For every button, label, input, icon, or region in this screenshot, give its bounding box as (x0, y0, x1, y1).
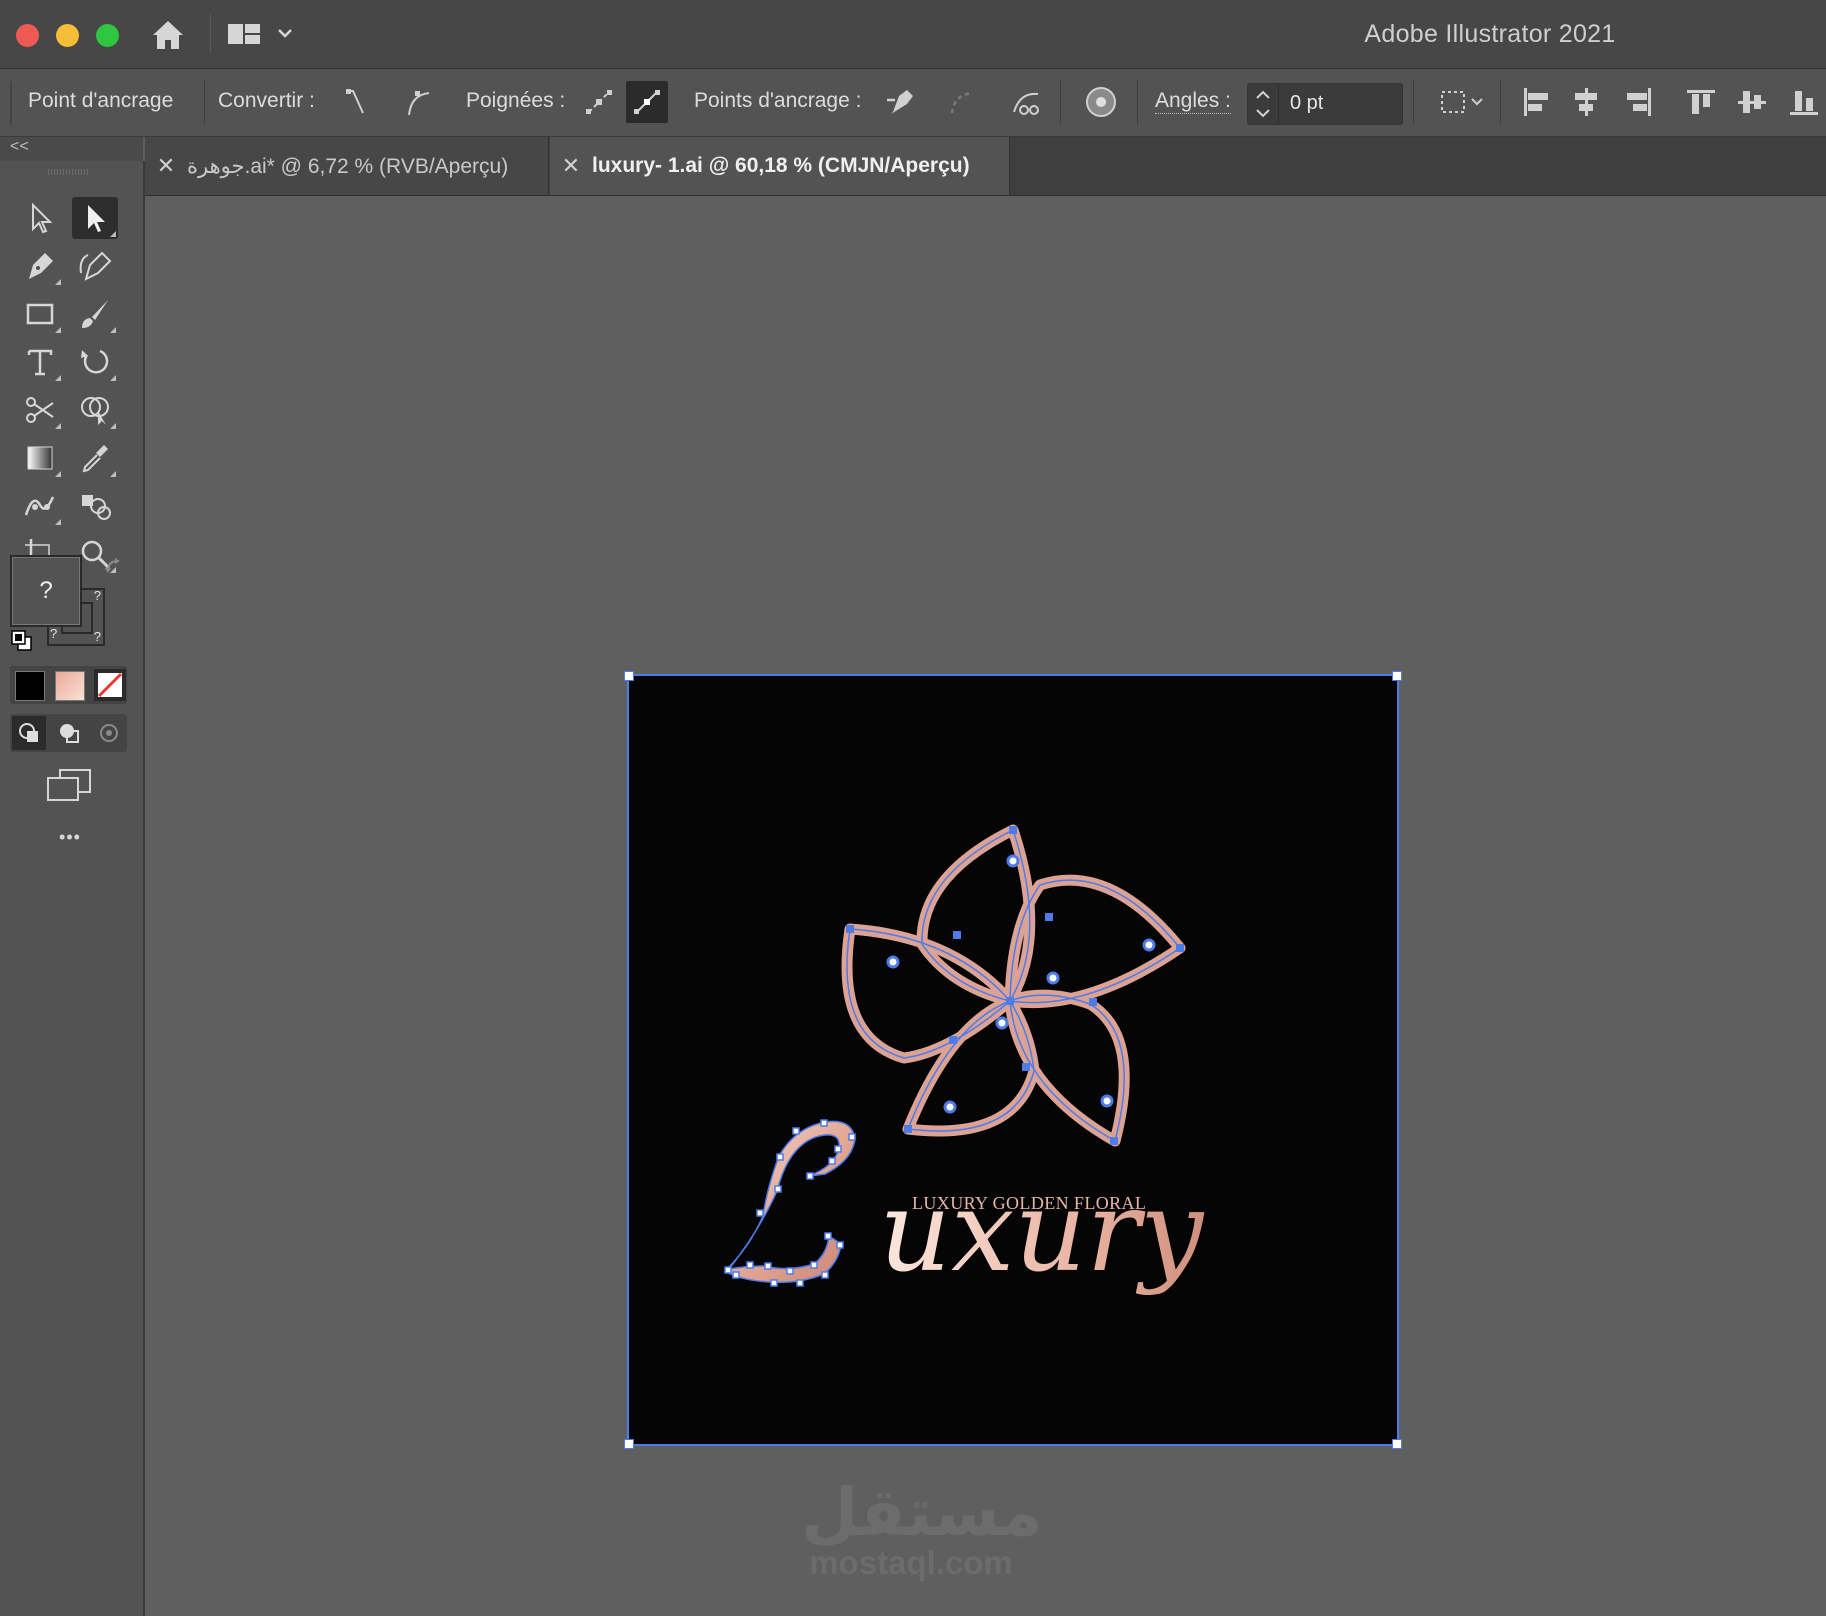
default-fill-stroke-icon[interactable] (10, 629, 34, 653)
align-vertical-center-icon[interactable] (1731, 81, 1773, 123)
screen-mode-icon[interactable] (46, 768, 94, 804)
eyedropper-tool[interactable] (72, 437, 118, 479)
align-right-icon[interactable] (1618, 81, 1660, 123)
workspace-switcher-button[interactable] (228, 20, 300, 50)
minimize-window-button[interactable] (56, 24, 79, 47)
color-mode-none-button[interactable] (94, 669, 126, 701)
cut-path-at-anchor-button[interactable] (1005, 81, 1047, 123)
context-label: Point d'ancrage (28, 89, 174, 112)
artboard[interactable]: uxury LUXURY GOLDEN FLORAL (624, 671, 1402, 1449)
selection-tool[interactable] (17, 197, 63, 239)
stroke-unknown-mark: ? (93, 588, 101, 603)
color-mode-group (10, 666, 127, 704)
align-bottom-icon[interactable] (1783, 81, 1825, 123)
tab-label: جوهرة.ai* @ 6,72 % (RVB/Aperçu) (187, 154, 509, 178)
collapse-chevrons-icon: << (10, 138, 29, 155)
close-tab-icon[interactable]: ✕ (550, 153, 592, 179)
align-left-icon[interactable] (1515, 81, 1557, 123)
tab-document-1[interactable]: ✕ جوهرة.ai* @ 6,72 % (RVB/Aperçu) (145, 137, 549, 195)
home-icon[interactable] (150, 18, 186, 52)
tab-document-2[interactable]: ✕ luxury- 1.ai @ 60,18 % (CMJN/Aperçu) (550, 137, 1010, 195)
swap-fill-stroke-icon[interactable] (104, 557, 124, 577)
type-tool[interactable] (17, 341, 63, 383)
handles-label: Poignées : (466, 89, 566, 112)
blend-tool[interactable] (17, 485, 63, 527)
align-horizontal-center-icon[interactable] (1565, 81, 1607, 123)
tools-panel: ? ? ? ? ••• (0, 161, 145, 1616)
scissors-tool[interactable] (17, 389, 63, 431)
convert-to-smooth-button[interactable] (397, 81, 439, 123)
draw-behind-icon[interactable] (52, 716, 86, 750)
control-bar: Point d'ancrage Convertir : Poignées : P… (0, 69, 1826, 137)
app-title: Adobe Illustrator 2021 (1364, 20, 1616, 48)
wordmark-text: uxury (879, 1167, 1205, 1297)
gradient-tool[interactable] (17, 437, 63, 479)
color-mode-solid-button[interactable] (15, 671, 45, 701)
script-l-letter (723, 1119, 856, 1287)
symbol-sprayer-tool[interactable] (72, 485, 118, 527)
fill-unknown-mark: ? (39, 577, 53, 604)
watermark-arabic: مستقل (801, 1474, 1043, 1551)
close-tab-icon[interactable]: ✕ (145, 153, 187, 179)
angles-value: 0 pt (1290, 92, 1324, 114)
luxury-floral-logo[interactable]: uxury (629, 676, 1397, 1444)
stroke-unknown-mark: ? (50, 626, 58, 641)
close-window-button[interactable] (16, 24, 39, 47)
rotate-tool[interactable] (72, 341, 118, 383)
pen-tool[interactable] (17, 245, 63, 287)
zoom-window-button[interactable] (96, 24, 119, 47)
show-handles-button[interactable] (578, 81, 620, 123)
paintbrush-tool[interactable] (72, 293, 118, 335)
flower-mark (841, 824, 1186, 1147)
stroke-unknown-mark: ? (93, 629, 101, 644)
angles-stepper[interactable] (1248, 84, 1279, 124)
watermark-latin: mostaql.com (809, 1544, 1013, 1581)
angles-input[interactable]: 0 pt (1247, 83, 1403, 125)
logo-tagline: LUXURY GOLDEN FLORAL (912, 1193, 1147, 1213)
align-to-selection-icon[interactable] (1435, 81, 1491, 123)
canvas-area[interactable]: uxury LUXURY GOLDEN FLORAL مستقل mostaql… (145, 196, 1826, 1616)
fill-swatch[interactable]: ? (10, 555, 82, 627)
remove-anchor-point-button[interactable] (880, 81, 922, 123)
curvature-tool[interactable] (72, 245, 118, 287)
shape-builder-tool[interactable] (72, 389, 118, 431)
tab-label: luxury- 1.ai @ 60,18 % (CMJN/Aperçu) (592, 154, 970, 177)
align-top-icon[interactable] (1680, 81, 1722, 123)
mostaql-watermark: مستقل mostaql.com (801, 1474, 1043, 1581)
direct-selection-tool[interactable] (72, 197, 118, 239)
connect-anchor-points-button[interactable] (942, 81, 984, 123)
edit-toolbar-button[interactable]: ••• (40, 827, 100, 848)
recolor-artwork-icon[interactable] (1080, 81, 1122, 123)
rectangle-tool[interactable] (17, 293, 63, 335)
color-mode-gradient-button[interactable] (55, 671, 85, 701)
document-tabs: ✕ جوهرة.ai* @ 6,72 % (RVB/Aperçu) ✕ luxu… (145, 137, 1826, 196)
draw-normal-icon[interactable] (12, 716, 46, 750)
convert-label: Convertir : (218, 89, 315, 112)
anchor-points-label: Points d'ancrage : (694, 89, 862, 112)
title-bar: Adobe Illustrator 2021 (0, 0, 1826, 69)
hide-handles-button[interactable] (626, 81, 668, 123)
draw-mode-group (10, 714, 127, 752)
draw-inside-icon[interactable] (92, 716, 126, 750)
angles-label: Angles : (1155, 89, 1231, 114)
toolbar-collapse-button[interactable]: << (0, 137, 143, 161)
convert-to-corner-button[interactable] (337, 81, 379, 123)
